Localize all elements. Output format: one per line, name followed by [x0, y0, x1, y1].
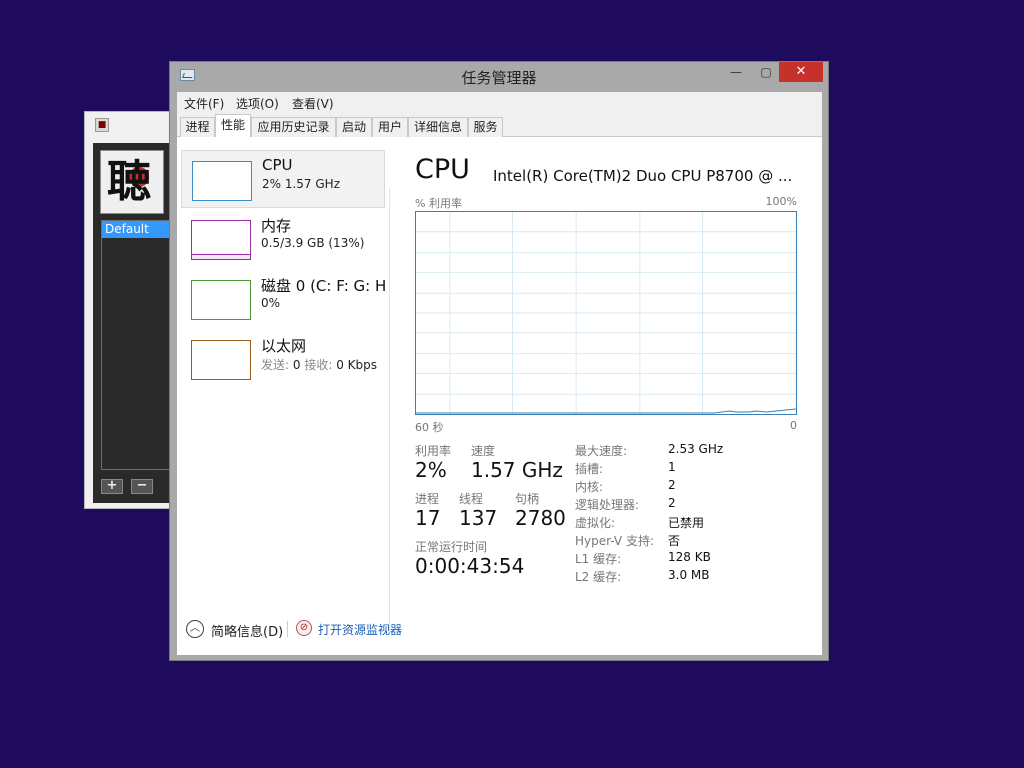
tab-details[interactable]: 详细信息	[408, 117, 468, 137]
remove-button[interactable]: −	[131, 479, 153, 494]
cpu-usage-line	[416, 408, 796, 414]
utilization-value: 2%	[415, 458, 447, 482]
device-sub: 0%	[261, 296, 281, 310]
cpu-heading: CPU	[415, 154, 470, 185]
detail-key: Hyper-V 支持:	[575, 534, 654, 548]
detail-key: L2 缓存:	[575, 570, 622, 584]
disk-thumbnail	[191, 280, 251, 320]
detail-key: 内核:	[575, 480, 604, 494]
background-app-panel: 聴 Default + −	[93, 143, 175, 503]
bottom-bar: ︿ 简略信息(D) ⊘ 打开资源监视器	[177, 609, 822, 655]
device-sub: 发送: 0 接收: 0 Kbps	[261, 356, 377, 373]
detail-key: L1 缓存:	[575, 552, 622, 566]
tab-performance[interactable]: 性能	[215, 114, 251, 137]
device-item-cpu[interactable]: CPU 2% 1.57 GHz	[181, 150, 385, 208]
memory-thumbnail	[191, 220, 251, 260]
detail-value: 2	[668, 478, 676, 492]
threads-value: 137	[459, 506, 498, 530]
app-icon: ■	[95, 118, 109, 132]
menu-options[interactable]: 选项(O)	[236, 95, 279, 112]
device-name: 内存	[261, 217, 292, 235]
title-bar[interactable]: 任务管理器 — ▢ ✕	[170, 62, 828, 92]
receive-value: 0 Kbps	[336, 358, 378, 372]
tab-users[interactable]: 用户	[372, 117, 408, 137]
detail-key: 虚拟化:	[575, 516, 616, 530]
add-button[interactable]: +	[101, 479, 123, 494]
utilization-axis-label: % 利用率	[415, 197, 462, 210]
detail-value: 128 KB	[668, 550, 711, 564]
device-name: 以太网	[261, 337, 307, 355]
avatar: 聴	[100, 150, 164, 214]
send-value: 0	[292, 358, 301, 372]
receive-label: 接收:	[304, 358, 333, 372]
send-label: 发送:	[261, 358, 290, 372]
resource-monitor-icon[interactable]: ⊘	[296, 620, 312, 636]
processes-value: 17	[415, 506, 441, 530]
handles-value: 2780	[515, 506, 566, 530]
background-app-window: ■ 聴 Default + −	[84, 111, 175, 509]
graph-time-right-label: 0	[790, 419, 797, 432]
detail-value: 2.53 GHz	[668, 442, 724, 456]
close-button[interactable]: ✕	[779, 62, 823, 82]
bottom-bar-divider	[287, 621, 288, 637]
device-item-disk[interactable]: 磁盘 0 (C: F: G: H 0%	[181, 270, 387, 328]
detail-key: 插槽:	[575, 462, 604, 476]
tab-startup[interactable]: 启动	[336, 117, 372, 137]
minimize-button[interactable]: —	[723, 62, 749, 82]
detail-value: 否	[668, 534, 681, 548]
tab-bar: 进程 性能 应用历史记录 启动 用户 详细信息 服务	[177, 112, 822, 137]
tab-services[interactable]: 服务	[468, 117, 503, 137]
utilization-max-label: 100%	[765, 195, 797, 208]
utilization-label: 利用率	[415, 444, 452, 458]
memory-thumbnail-fill	[192, 254, 250, 259]
profile-list[interactable]: Default	[101, 220, 175, 470]
uptime-value: 0:00:43:54	[415, 554, 525, 578]
detail-key: 最大速度:	[575, 444, 628, 458]
uptime-label: 正常运行时间	[415, 540, 488, 554]
detail-value: 1	[668, 460, 676, 474]
open-resource-monitor-link[interactable]: 打开资源监视器	[318, 621, 402, 638]
processes-label: 进程	[415, 492, 440, 506]
detail-value: 已禁用	[668, 516, 705, 530]
device-sub: 0.5/3.9 GB (13%)	[261, 236, 365, 250]
device-item-ethernet[interactable]: 以太网 发送: 0 接收: 0 Kbps	[181, 330, 385, 388]
detail-key: 逻辑处理器:	[575, 498, 640, 512]
detail-value: 2	[668, 496, 676, 510]
avatar-glyph: 聴	[107, 156, 151, 207]
chevron-up-icon[interactable]: ︿	[186, 620, 204, 638]
cpu-model: Intel(R) Core(TM)2 Duo CPU P8700 @ ...	[493, 167, 793, 185]
speed-value: 1.57 GHz	[471, 458, 563, 482]
list-item-default[interactable]: Default	[102, 221, 174, 238]
device-item-memory[interactable]: 内存 0.5/3.9 GB (13%)	[181, 210, 385, 268]
cpu-thumbnail	[192, 161, 252, 201]
panel-divider	[389, 188, 390, 633]
window-client: 文件(F) 选项(O) 查看(V) 进程 性能 应用历史记录 启动 用户 详细信…	[177, 92, 822, 655]
cpu-usage-graph	[415, 211, 797, 415]
graph-time-left-label: 60 秒	[415, 421, 444, 434]
device-sub: 2% 1.57 GHz	[262, 177, 341, 191]
device-name: CPU	[262, 156, 293, 174]
menu-bar: 文件(F) 选项(O) 查看(V)	[177, 92, 822, 112]
maximize-button[interactable]: ▢	[753, 62, 779, 82]
graph-grid	[416, 212, 796, 414]
detail-value: 3.0 MB	[668, 568, 710, 582]
device-name: 磁盘 0 (C: F: G: H	[261, 277, 387, 295]
menu-view[interactable]: 查看(V)	[292, 95, 334, 112]
threads-label: 线程	[459, 492, 484, 506]
tab-processes[interactable]: 进程	[180, 117, 215, 137]
menu-file[interactable]: 文件(F)	[184, 95, 224, 112]
handles-label: 句柄	[515, 492, 540, 506]
task-manager-window: 任务管理器 — ▢ ✕ 文件(F) 选项(O) 查看(V) 进程 性能 应用历史…	[169, 61, 829, 661]
tab-app-history[interactable]: 应用历史记录	[251, 117, 336, 137]
ethernet-thumbnail	[191, 340, 251, 380]
speed-label: 速度	[471, 444, 496, 458]
fewer-details-button[interactable]: 简略信息(D)	[211, 621, 283, 640]
